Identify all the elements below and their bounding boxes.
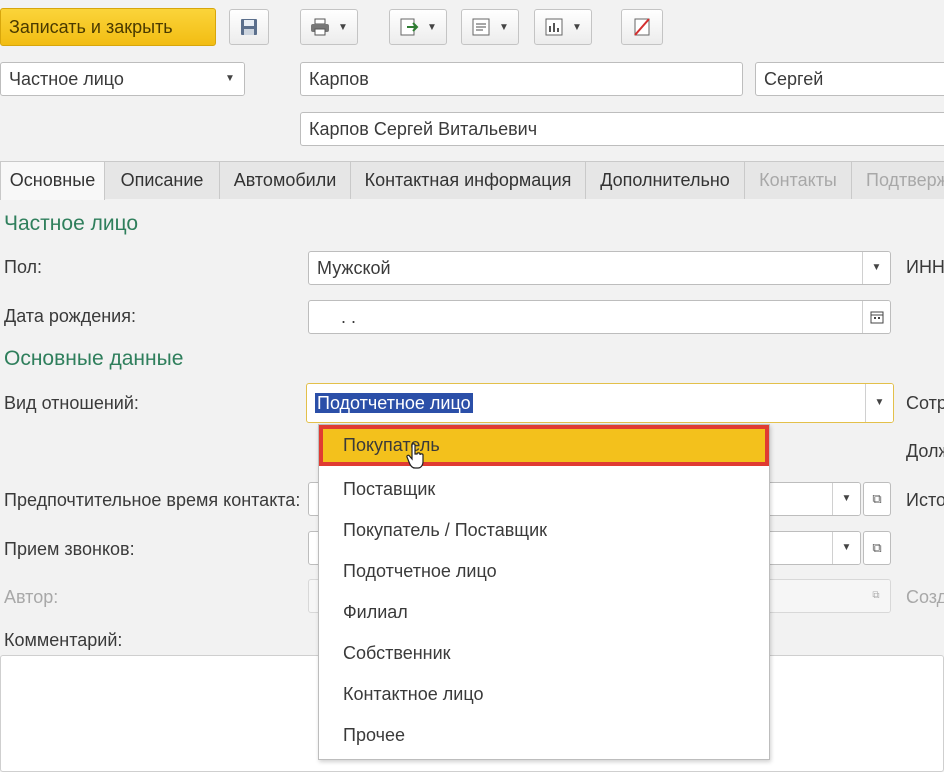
gender-select[interactable]: Мужской ▼ (308, 251, 891, 285)
report-button[interactable]: ▼ (461, 9, 519, 45)
contact-time-label: Предпочтительное время контакта: (4, 490, 301, 510)
tab-contacts[interactable]: Контакты (744, 161, 852, 199)
relation-type-label: Вид отношений: (4, 393, 139, 413)
section-title-main-data: Основные данные (4, 347, 184, 370)
tab-confirm[interactable]: Подтверж (851, 161, 944, 199)
print-button[interactable]: ▼ (300, 9, 358, 45)
tab-cars[interactable]: Автомобили (219, 161, 351, 199)
dropdown-item-contact-person[interactable]: Контактное лицо (319, 674, 769, 715)
first-name-value: Сергей (764, 69, 824, 89)
first-name-field[interactable]: Сергей (755, 62, 944, 96)
last-name-field[interactable]: Карпов (300, 62, 743, 96)
analytics-button[interactable]: ▼ (534, 9, 592, 45)
employee-label: Сотр (906, 393, 944, 413)
inn-label: ИНН (906, 257, 944, 277)
analytics-icon (545, 18, 563, 36)
gender-value: Мужской (317, 258, 391, 278)
dropdown-item-supplier[interactable]: Поставщик (319, 469, 769, 510)
no-post-icon (634, 18, 650, 36)
report-icon (472, 18, 490, 36)
chevron-down-icon[interactable]: ▼ (832, 483, 860, 515)
print-icon (311, 18, 330, 36)
tab-contact-info[interactable]: Контактная информация (350, 161, 586, 199)
comment-label: Комментарий: (4, 630, 123, 650)
section-title-private-person: Частное лицо (4, 212, 139, 235)
save-and-close-button[interactable]: Записать и закрыть (0, 8, 216, 46)
author-label: Автор: (4, 587, 59, 607)
birth-date-label: Дата рождения: (4, 306, 136, 326)
full-name-field[interactable]: Карпов Сергей Витальевич (300, 112, 944, 146)
save-button[interactable] (229, 9, 269, 45)
source-label: Исто (906, 490, 944, 510)
entity-type-value: Частное лицо (9, 69, 124, 89)
dropdown-item-accountable-person[interactable]: Подотчетное лицо (319, 551, 769, 592)
position-label: Долж (906, 441, 944, 461)
calendar-icon[interactable] (862, 301, 890, 333)
dropdown-item-buyer-supplier[interactable]: Покупатель / Поставщик (319, 510, 769, 551)
chevron-down-icon: ▼ (572, 21, 582, 33)
relation-type-dropdown: Покупатель Поставщик Покупатель / Постав… (318, 424, 770, 760)
birth-date-value: . . (341, 307, 357, 327)
birth-date-field[interactable]: . . (308, 300, 891, 334)
calls-label: Прием звонков: (4, 539, 135, 559)
entity-type-select[interactable]: Частное лицо ▼ (0, 62, 245, 96)
open-icon[interactable]: ⧉ (863, 482, 891, 516)
no-post-button[interactable] (621, 9, 663, 45)
dropdown-item-owner[interactable]: Собственник (319, 633, 769, 674)
chevron-down-icon: ▼ (338, 21, 348, 33)
tab-bar: Основные Описание Автомобили Контактная … (0, 161, 944, 200)
goto-button[interactable]: ▼ (389, 9, 447, 45)
chevron-down-icon: ▼ (427, 21, 437, 33)
goto-icon (400, 18, 419, 36)
dropdown-item-other[interactable]: Прочее (319, 715, 769, 756)
relation-type-value: Подотчетное лицо (315, 393, 473, 413)
tab-main[interactable]: Основные (0, 161, 105, 200)
save-icon (241, 19, 257, 35)
chevron-down-icon[interactable]: ▼ (865, 384, 893, 422)
chevron-down-icon[interactable]: ▼ (832, 532, 860, 564)
dropdown-item-branch[interactable]: Филиал (319, 592, 769, 633)
relation-type-select[interactable]: Подотчетное лицо ▼ (306, 383, 894, 423)
chevron-down-icon[interactable]: ▼ (216, 63, 244, 95)
created-label: Созд (906, 587, 944, 607)
tab-additional[interactable]: Дополнительно (585, 161, 745, 199)
dropdown-item-buyer[interactable]: Покупатель (319, 425, 769, 466)
tab-description[interactable]: Описание (104, 161, 220, 199)
open-icon[interactable]: ⧉ (863, 531, 891, 565)
full-name-value: Карпов Сергей Витальевич (309, 119, 538, 139)
mouse-cursor-icon (406, 443, 424, 469)
chevron-down-icon[interactable]: ▼ (862, 252, 890, 284)
open-icon: ⧉ (862, 580, 890, 612)
last-name-value: Карпов (309, 69, 369, 89)
gender-label: Пол: (4, 257, 43, 277)
chevron-down-icon: ▼ (499, 21, 509, 33)
